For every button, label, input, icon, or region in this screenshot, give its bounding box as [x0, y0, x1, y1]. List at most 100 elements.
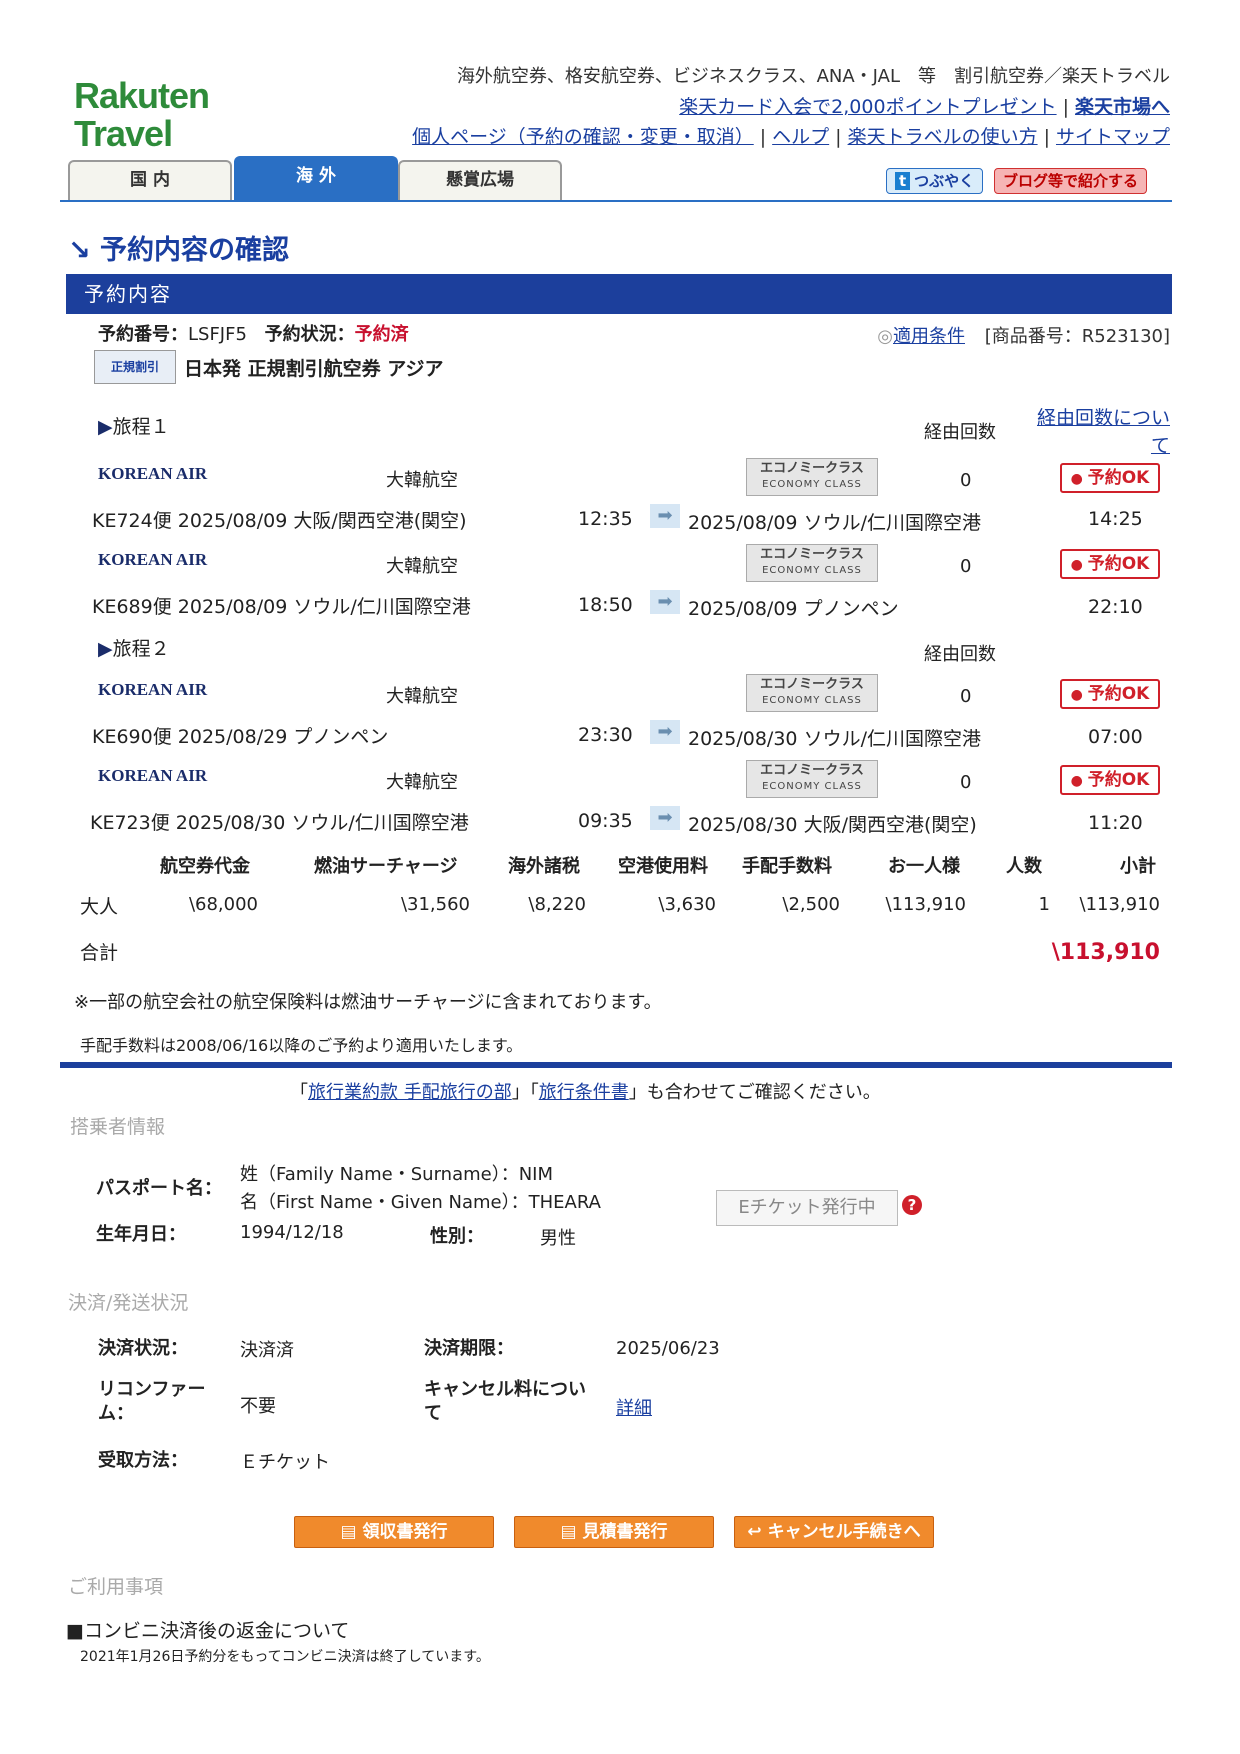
via-count-header: 経由回数 [924, 644, 996, 665]
logo-line1: Rakuten [74, 75, 210, 116]
receive-method-value: Ｅチケット [240, 1452, 330, 1473]
via-count-header: 経由回数 [924, 422, 996, 443]
eticket-status-button[interactable]: Eチケット発行中 [716, 1190, 898, 1226]
segment-flight: KE724便 2025/08/09 大阪/関西空港(関空) [92, 510, 467, 532]
itinerary-2-label: ▶旅程２ [98, 638, 170, 660]
cancel-fee-details-link[interactable]: 詳細 [616, 1394, 652, 1420]
payment-status-value: 決済済 [240, 1340, 294, 1361]
fare-row-label: 大人 [80, 896, 119, 918]
tweet-icon: t [895, 172, 911, 190]
arrow-right-icon: ➡ [650, 720, 680, 744]
stops-count: 0 [960, 772, 972, 793]
mypage-link[interactable]: 個人ページ（予約の確認・変更・取消） [412, 126, 754, 148]
card-campaign-link[interactable]: 楽天カード入会で2,000ポイントプレゼント [679, 96, 1056, 118]
ichiba-link[interactable]: 楽天市場へ [1075, 96, 1170, 118]
tab-underline [60, 200, 1172, 202]
help-link[interactable]: ヘルプ [772, 126, 829, 148]
dob-label: 生年月日： [96, 1224, 186, 1245]
fare-cell: \113,910 [885, 894, 967, 915]
reconfirm-label: リコンファー ム： [98, 1379, 206, 1424]
booking-summary: 予約番号：LSFJF5 予約状況：予約済 [98, 324, 409, 345]
payment-deadline-label: 決済期限： [424, 1338, 514, 1359]
payment-status-label: 決済状況： [98, 1338, 188, 1359]
fare-header: 人数 [1006, 856, 1042, 877]
arrival-info: 2025/08/30 ソウル/仁川国際空港 [688, 728, 981, 750]
economy-class-badge: エコノミークラス ECONOMY CLASS [746, 458, 878, 496]
segment-flight: KE723便 2025/08/30 ソウル/仁川国際空港 [90, 812, 469, 834]
issue-estimate-button[interactable]: ▤ 見積書発行 [514, 1516, 714, 1548]
arrival-time: 14:25 [1088, 508, 1143, 530]
travel-conditions-link[interactable]: 旅行条件書 [539, 1082, 629, 1103]
notes-title: ■コンビニ決済後の返金について [66, 1620, 350, 1642]
rakuten-travel-logo[interactable]: Rakuten Travel [74, 75, 210, 152]
triangle-right-icon: ▶ [98, 416, 113, 438]
discount-badge: 正規割引 [94, 350, 176, 384]
triangle-right-icon: ▶ [98, 638, 113, 660]
arrow-right-icon: ➡ [650, 590, 680, 614]
arrow-down-right-icon: ↘ [68, 235, 101, 266]
header-tagline: 海外航空券、格安航空券、ビジネスクラス、ANA・JAL 等 割引航空券／楽天トラ… [456, 66, 1170, 87]
link-separator: | [1062, 96, 1069, 118]
booking-number: LSFJF5 [188, 324, 247, 345]
fare-header: 空港使用料 [618, 856, 708, 877]
header-links-row1: 楽天カード入会で2,000ポイントプレゼント | 楽天市場へ [679, 92, 1170, 119]
tweet-button[interactable]: t つぶやく [886, 168, 984, 194]
product-number: [商品番号：R523130] [984, 326, 1170, 347]
conditions-link[interactable]: 適用条件 [893, 326, 965, 347]
help-question-icon[interactable]: ? [902, 1195, 922, 1215]
booking-ok-badge: ● 予約OK [1060, 679, 1160, 709]
stops-count: 0 [960, 556, 972, 577]
passenger-section-heading: 搭乗者情報 [70, 1116, 166, 1138]
travel-terms-link[interactable]: 旅行業約款 手配旅行の部 [308, 1082, 512, 1103]
arrival-info: 2025/08/30 大阪/関西空港(関空) [688, 814, 977, 836]
segment-flight: KE690便 2025/08/29 プノンペン [92, 726, 389, 748]
arrival-info: 2025/08/09 プノンペン [688, 598, 899, 620]
fare-header: 燃油サーチャージ [314, 856, 458, 877]
arrival-time: 07:00 [1088, 726, 1143, 748]
passport-surname: 姓（Family Name・Surname）：NIM [240, 1164, 554, 1185]
korean-air-logo: KOREAN AIR [98, 550, 208, 569]
section-bar: 予約内容 [66, 274, 1172, 314]
payment-section-heading: 決済/発送状況 [68, 1292, 189, 1314]
tab-domestic[interactable]: 国 内 [68, 160, 232, 200]
korean-air-logo: KOREAN AIR [98, 464, 208, 483]
via-count-link[interactable]: 経由回数について [1030, 404, 1170, 460]
economy-class-badge: エコノミークラス ECONOMY CLASS [746, 674, 878, 712]
airline-name: 大韓航空 [386, 556, 458, 577]
fare-header: 手配手数料 [742, 856, 832, 877]
issue-receipt-button[interactable]: ▤ 領収書発行 [294, 1516, 494, 1548]
notes-text: 2021年1月26日予約分をもってコンビニ決済は終了しています。 [80, 1649, 490, 1665]
booking-ok-badge: ● 予約OK [1060, 549, 1160, 579]
document-icon: ▤ [340, 1522, 363, 1542]
dob-value: 1994/12/18 [240, 1222, 344, 1243]
fare-cell: 1 [1038, 894, 1050, 915]
tab-prizes[interactable]: 懸賞広場 [398, 160, 562, 200]
sitemap-link[interactable]: サイトマップ [1056, 126, 1170, 148]
stops-count: 0 [960, 686, 972, 707]
blog-share-button[interactable]: ブログ等で紹介する [994, 168, 1148, 194]
fare-cell: \8,220 [528, 894, 586, 915]
arrival-time: 11:20 [1088, 812, 1143, 834]
cancel-procedure-button[interactable]: ↩ キャンセル手続きへ [734, 1516, 934, 1548]
tab-international[interactable]: 海 外 [234, 156, 398, 202]
howto-link[interactable]: 楽天トラベルの使い方 [848, 126, 1038, 148]
fare-cell: \2,500 [782, 894, 840, 915]
booking-meta: ◎適用条件 [商品番号：R523130] [877, 322, 1170, 348]
departure-time: 09:35 [578, 810, 633, 832]
arrival-info: 2025/08/09 ソウル/仁川国際空港 [688, 512, 981, 534]
receive-method-label: 受取方法： [98, 1450, 188, 1471]
conditions-icon: ◎ [877, 326, 893, 347]
section-divider [60, 1062, 1172, 1068]
fare-cell: \68,000 [188, 894, 258, 915]
departure-time: 23:30 [578, 724, 633, 746]
segment-flight: KE689便 2025/08/09 ソウル/仁川国際空港 [92, 596, 471, 618]
airline-name: 大韓航空 [386, 470, 458, 491]
economy-class-badge: エコノミークラス ECONOMY CLASS [746, 544, 878, 582]
stops-count: 0 [960, 470, 972, 491]
fare-header: 小計 [1120, 856, 1156, 877]
booking-status: 予約済 [354, 324, 409, 345]
korean-air-logo: KOREAN AIR [98, 680, 208, 699]
fare-note-1: ※一部の航空会社の航空保険料は燃油サーチャージに含まれております。 [74, 992, 662, 1013]
header-links-row2: 個人ページ（予約の確認・変更・取消） | ヘルプ | 楽天トラベルの使い方 | サイトマップ [412, 126, 1170, 148]
arrow-right-icon: ➡ [650, 806, 680, 830]
